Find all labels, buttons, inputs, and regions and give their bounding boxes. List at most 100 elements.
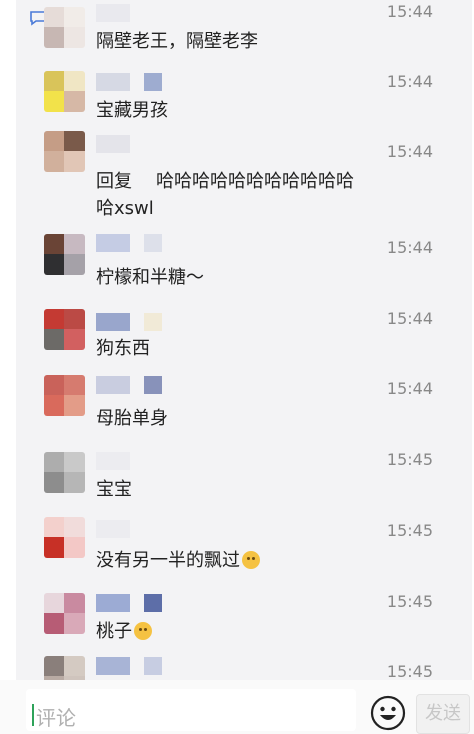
emoji-icon[interactable] [370,695,406,731]
avatar-tile [44,7,65,28]
avatar-tile [64,131,85,152]
blur-patch [96,594,130,612]
comment-body: 桃子 [96,621,132,642]
comment-time: 15:44 [386,142,433,161]
comment-time: 15:45 [386,450,433,469]
avatar-tile [44,395,65,416]
avatar-tile [64,656,85,677]
blurred-username [96,73,162,91]
avatar-tile [64,151,85,172]
avatar[interactable] [44,517,85,558]
avatar[interactable] [44,375,85,416]
blur-patch [144,594,162,612]
avatar-tile [64,329,85,350]
comment-body: 宝藏男孩 [96,100,168,121]
avatar-tile [44,375,65,396]
comment-text: 没有另一半的飘过 [96,547,366,574]
blur-patch [144,234,162,252]
comment-body: 母胎单身 [96,408,168,429]
avatar[interactable] [44,452,85,493]
blur-patch [144,657,162,675]
blur-patch [144,73,162,91]
avatar-tile [64,593,85,614]
avatar-tile [44,309,65,330]
avatar-tile [64,537,85,558]
avatar[interactable] [44,7,85,48]
blur-patch [144,313,162,331]
avatar-tile [64,472,85,493]
avatar-tile [64,375,85,396]
avatar-tile [44,254,65,275]
blurred-username [96,4,156,22]
avatar-tile [44,329,65,350]
blur-patch [96,135,130,153]
comment-text: 宝宝 [96,476,366,503]
avatar-tile [64,27,85,48]
blur-patch [96,452,130,470]
avatar-tile [44,27,65,48]
comment-body: 狗东西 [96,338,150,359]
comment-text: 狗东西 [96,335,366,362]
blurred-username [96,376,162,394]
blurred-username [96,657,162,675]
blur-patch [144,376,162,394]
comment-body: 没有另一半的飘过 [96,550,240,571]
avatar-tile [44,452,65,473]
comment-text: 隔壁老王，隔壁老李 [96,28,366,55]
text-cursor [32,704,34,726]
avatar-tile [44,517,65,538]
avatar-tile [64,395,85,416]
comment-time: 15:44 [386,2,433,21]
avatar-tile [44,656,65,677]
blush-emoji-icon [134,622,152,640]
avatar-tile [44,613,65,634]
avatar-tile [44,91,65,112]
avatar-tile [64,91,85,112]
comment-time: 15:44 [386,238,433,257]
blurred-username [96,135,156,153]
comment-body: 隔壁老王，隔壁老李 [96,31,258,52]
blur-patch [96,376,130,394]
comment-body: 哈哈哈哈哈哈哈哈哈哈哈哈xswl [96,171,354,219]
reply-prefix: 回复 [96,171,132,192]
blur-patch [96,313,130,331]
avatar-tile [64,517,85,538]
comment-body: 宝宝 [96,479,132,500]
comment-time: 15:44 [386,309,433,328]
avatar-tile [64,452,85,473]
comment-time: 15:44 [386,379,433,398]
thinking-emoji-icon [242,551,260,569]
comment-time: 15:44 [386,72,433,91]
comment-time: 15:45 [386,662,433,681]
avatar-tile [44,537,65,558]
avatar-tile [64,309,85,330]
comment-text: 桃子 [96,618,366,645]
avatar[interactable] [44,234,85,275]
avatar[interactable] [44,131,85,172]
avatar[interactable] [44,71,85,112]
comment-placeholder: 评论 [36,706,76,730]
comment-text: 母胎单身 [96,405,366,432]
avatar-tile [44,472,65,493]
blurred-username [96,313,162,331]
send-button[interactable]: 发送 [416,694,470,734]
blurred-username [96,520,156,538]
blur-patch [96,4,130,22]
avatar-tile [64,613,85,634]
comment-time: 15:45 [386,592,433,611]
comment-text: 宝藏男孩 [96,97,366,124]
avatar-tile [44,593,65,614]
comment-text: 回复 哈哈哈哈哈哈哈哈哈哈哈哈xswl [96,168,366,222]
avatar[interactable] [44,309,85,350]
avatar[interactable] [44,593,85,634]
avatar-tile [64,254,85,275]
blurred-username [96,594,162,612]
blur-patch [96,73,130,91]
avatar-tile [44,151,65,172]
blurred-username [96,452,156,470]
blur-patch [96,234,130,252]
comment-time: 15:45 [386,521,433,540]
comment-body: 柠檬和半糖～ [96,267,204,288]
avatar-tile [64,71,85,92]
blur-patch [96,520,130,538]
